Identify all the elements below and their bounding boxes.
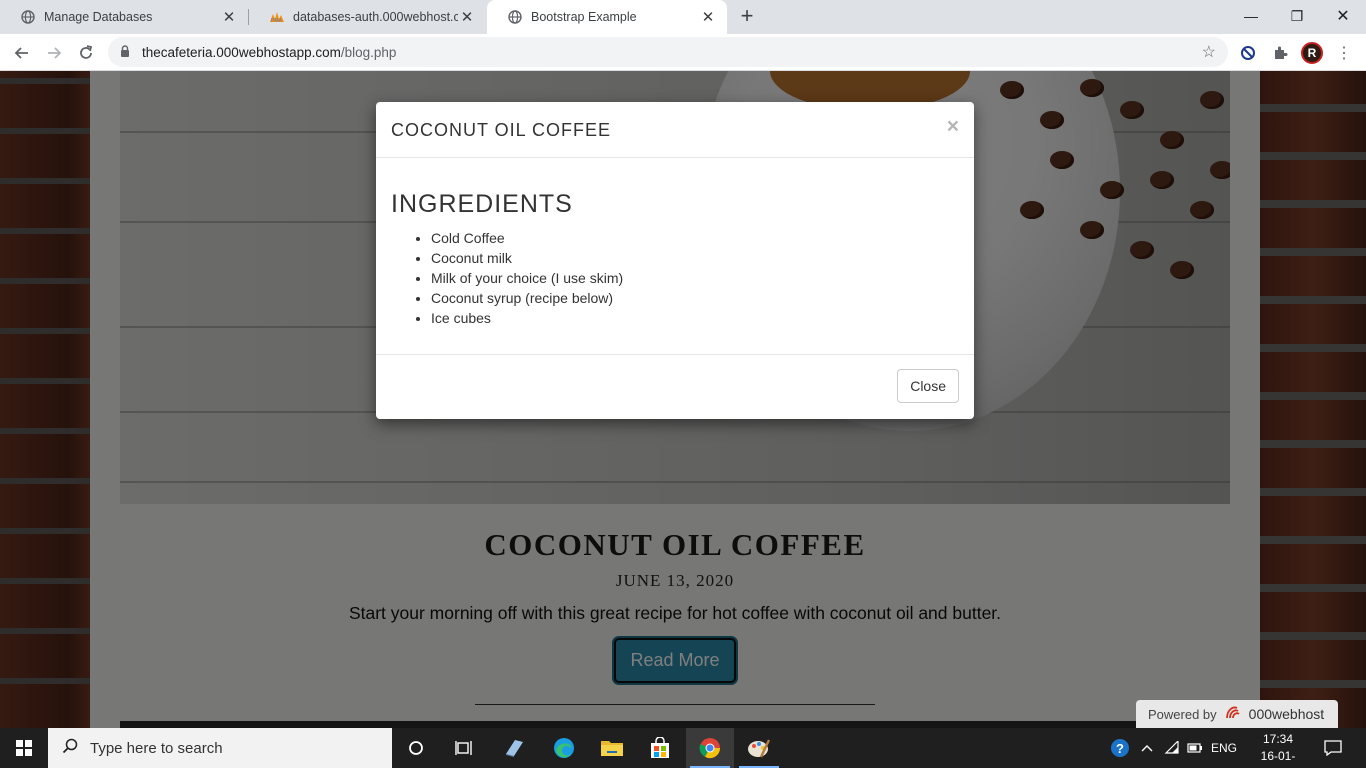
address-bar[interactable]: thecafeteria.000webhostapp.com/blog.php … bbox=[108, 37, 1228, 67]
modal-title: COCONUT OIL COFFEE bbox=[391, 120, 612, 140]
tab-manage-databases[interactable]: Manage Databases ✕ bbox=[0, 0, 248, 34]
bookmark-star-icon[interactable]: ☆ bbox=[1202, 42, 1216, 62]
list-item: Cold Coffee bbox=[431, 228, 959, 248]
url-text: thecafeteria.000webhostapp.com/blog.php bbox=[142, 45, 396, 60]
taskbar-search-box[interactable]: Type here to search bbox=[48, 728, 392, 768]
new-tab-button[interactable]: + bbox=[735, 5, 759, 29]
tab-label: databases-auth.000webhost.com bbox=[293, 10, 458, 24]
page-viewport: COCONUT OIL COFFEE JUNE 13, 2020 Start y… bbox=[0, 71, 1366, 728]
modal-footer: Close bbox=[376, 355, 974, 419]
list-item: Coconut milk bbox=[431, 248, 959, 268]
000webhost-logo-icon bbox=[1225, 704, 1245, 725]
close-tab-icon[interactable]: ✕ bbox=[458, 8, 476, 26]
phpmyadmin-icon: PMA bbox=[269, 9, 285, 25]
search-icon bbox=[62, 738, 78, 759]
show-hidden-icons-chevron-icon[interactable] bbox=[1138, 728, 1156, 768]
modal-header: COCONUT OIL COFFEE × bbox=[376, 102, 974, 158]
tab-databases-auth[interactable]: PMA databases-auth.000webhost.com ✕ bbox=[249, 0, 486, 34]
lock-icon bbox=[120, 44, 134, 60]
tab-label: Manage Databases bbox=[44, 10, 153, 24]
modal-close-x-icon[interactable]: × bbox=[947, 115, 959, 139]
windows-logo-icon bbox=[16, 740, 32, 756]
close-window-icon[interactable]: ✕ bbox=[1320, 0, 1366, 32]
file-explorer-icon[interactable] bbox=[588, 728, 636, 768]
tab-strip: Manage Databases ✕ PMA databases-auth.00… bbox=[0, 0, 1366, 34]
windows-start-button[interactable] bbox=[0, 728, 48, 768]
help-icon[interactable]: ? bbox=[1106, 728, 1134, 768]
tab-label: Bootstrap Example bbox=[531, 10, 637, 24]
globe-icon bbox=[20, 9, 36, 25]
svg-text:?: ? bbox=[1116, 741, 1124, 756]
recipe-modal: COCONUT OIL COFFEE × INGREDIENTS Cold Co… bbox=[376, 102, 974, 419]
url-path: /blog.php bbox=[340, 44, 397, 60]
clock-time: 17:34 bbox=[1262, 732, 1294, 746]
store-icon[interactable] bbox=[636, 728, 684, 768]
cortana-icon[interactable] bbox=[392, 728, 440, 768]
list-item: Milk of your choice (I use skim) bbox=[431, 268, 959, 288]
close-button[interactable]: Close bbox=[897, 369, 959, 403]
brand-name: 000webhost bbox=[1248, 706, 1325, 722]
list-item: Coconut syrup (recipe below) bbox=[431, 288, 959, 308]
back-icon[interactable] bbox=[8, 39, 36, 67]
notepad-app-icon[interactable] bbox=[490, 728, 538, 768]
task-view-icon[interactable] bbox=[440, 728, 488, 768]
minimize-icon[interactable]: — bbox=[1228, 0, 1274, 32]
block-extension-icon[interactable] bbox=[1237, 42, 1259, 64]
powered-by-badge[interactable]: Powered by 000webhost bbox=[1136, 700, 1338, 728]
browser-menu-icon[interactable]: ⋮ bbox=[1333, 42, 1355, 64]
paint-app-icon[interactable] bbox=[735, 728, 783, 768]
modal-body: INGREDIENTS Cold Coffee Coconut milk Mil… bbox=[376, 158, 974, 355]
browser-toolbar: thecafeteria.000webhostapp.com/blog.php … bbox=[0, 34, 1366, 71]
brand: 000webhost bbox=[1225, 704, 1325, 725]
action-center-icon[interactable] bbox=[1318, 728, 1348, 768]
battery-icon[interactable] bbox=[1184, 728, 1206, 768]
list-item: Ice cubes bbox=[431, 308, 959, 328]
ingredients-heading: INGREDIENTS bbox=[391, 190, 573, 218]
powered-by-label: Powered by bbox=[1148, 706, 1217, 722]
language-indicator[interactable]: ENG bbox=[1208, 728, 1240, 768]
url-host: thecafeteria.000webhostapp.com bbox=[142, 44, 341, 60]
extensions-puzzle-icon[interactable] bbox=[1269, 42, 1291, 64]
close-tab-icon[interactable]: ✕ bbox=[699, 8, 717, 26]
taskbar: Type here to search ? ENG 17:34 16-01-20… bbox=[0, 728, 1366, 768]
edge-browser-icon[interactable] bbox=[540, 728, 588, 768]
reload-icon[interactable] bbox=[72, 39, 100, 67]
ingredients-list: Cold Coffee Coconut milk Milk of your ch… bbox=[391, 228, 959, 328]
tab-bootstrap-example[interactable]: Bootstrap Example ✕ bbox=[487, 0, 727, 34]
profile-avatar[interactable]: R bbox=[1301, 42, 1323, 64]
svg-text:PMA: PMA bbox=[271, 18, 283, 23]
clock-date: 16-01-2021 bbox=[1260, 749, 1296, 768]
search-placeholder: Type here to search bbox=[90, 739, 223, 757]
chrome-icon[interactable] bbox=[686, 728, 734, 768]
close-tab-icon[interactable]: ✕ bbox=[220, 8, 238, 26]
globe-icon bbox=[507, 9, 523, 25]
system-clock[interactable]: 17:34 16-01-2021 bbox=[1250, 731, 1306, 768]
wifi-icon[interactable] bbox=[1160, 728, 1184, 768]
forward-icon[interactable] bbox=[40, 39, 68, 67]
restore-icon[interactable]: ❐ bbox=[1274, 0, 1320, 32]
